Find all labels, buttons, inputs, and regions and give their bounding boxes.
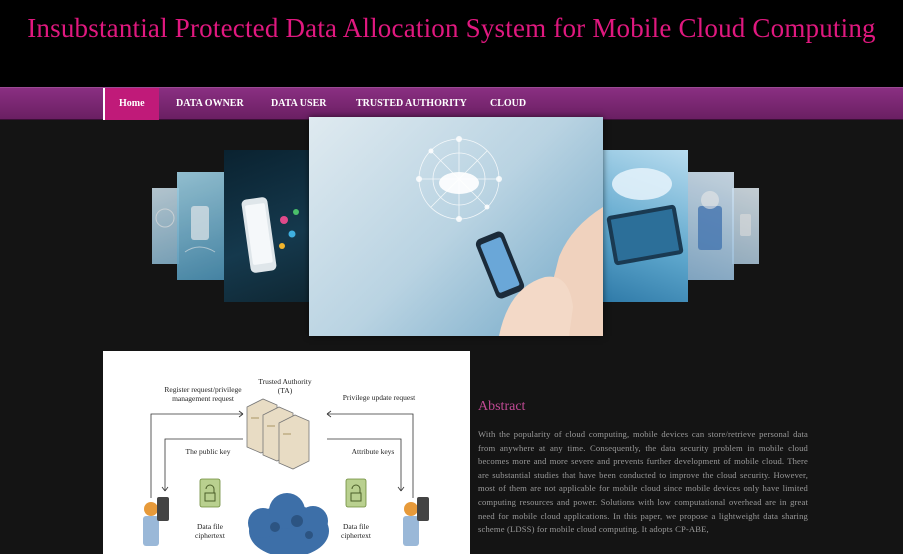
abstract-heading: Abstract <box>478 399 526 414</box>
slider-image-right-1[interactable] <box>602 150 688 302</box>
nav-trusted-authority[interactable]: TRUSTED AUTHORITY <box>356 88 467 120</box>
figure-label-public-key: The public key <box>185 447 231 456</box>
slider-image-left-2[interactable] <box>177 172 225 280</box>
nav-home[interactable]: Home <box>103 88 159 120</box>
header: Insubstantial Protected Data Allocation … <box>0 0 903 88</box>
architecture-diagram: Register request/privilege management re… <box>103 351 470 554</box>
slider-image-left-1[interactable] <box>224 150 310 302</box>
slider-image-right-3[interactable] <box>732 188 759 264</box>
nav-cloud[interactable]: CLOUD <box>490 88 526 120</box>
nav-data-owner[interactable]: DATA OWNER <box>176 88 244 120</box>
main-nav: Home DATA OWNER DATA USER TRUSTED AUTHOR… <box>0 87 903 120</box>
slider-image-right-2[interactable] <box>686 172 734 280</box>
figure-label-register: Register request/privilege management re… <box>164 385 242 403</box>
site-title: Insubstantial Protected Data Allocation … <box>27 13 876 43</box>
abstract-text: With the popularity of cloud computing, … <box>478 429 808 535</box>
figure-label-attribute-keys: Attribute keys <box>351 447 395 456</box>
slider-image-main[interactable] <box>309 117 603 336</box>
figure-label-ta: Trusted Authority (TA) <box>258 377 312 395</box>
figure-label-ciphertext-left: Data file ciphertext <box>195 522 225 540</box>
figure-label-privilege-update: Privilege update request <box>342 393 416 402</box>
nav-data-user[interactable]: DATA USER <box>271 88 326 120</box>
figure-label-ciphertext-right: Data file ciphertext <box>341 522 371 540</box>
slider-image-left-3[interactable] <box>152 188 179 264</box>
